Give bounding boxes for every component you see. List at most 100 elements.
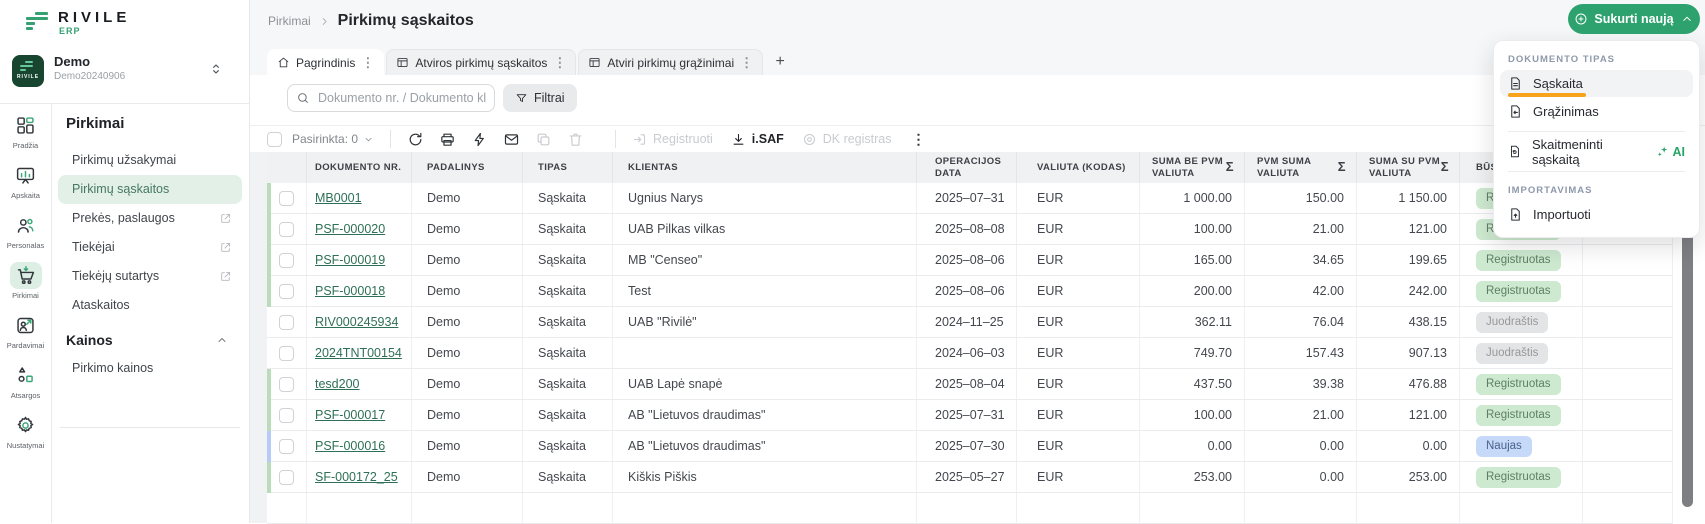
row-checkbox[interactable] — [279, 315, 294, 330]
tab-menu-icon[interactable]: ⋮ — [361, 56, 374, 69]
row-checkbox[interactable] — [279, 253, 294, 268]
cell-suma-su-pvm: 1 150.00 — [1357, 183, 1460, 213]
cell-tipas: Sąskaita — [523, 369, 613, 399]
cell-klientas — [613, 338, 917, 368]
sidebar-item-pirkimu-uzsakymai[interactable]: Pirkimų užsakymai — [58, 146, 242, 175]
add-tab-button[interactable]: + — [765, 49, 795, 75]
row-checkbox[interactable] — [279, 191, 294, 206]
selected-count[interactable]: Pasirinkta: 0 — [292, 132, 374, 146]
cell-padalinys: Demo — [412, 307, 523, 337]
sidebar-item-ataskaitos[interactable]: Ataskaitos — [58, 291, 242, 320]
row-checkbox[interactable] — [279, 408, 294, 423]
row-checkbox[interactable] — [279, 377, 294, 392]
create-new-button[interactable]: Sukurti naują — [1568, 4, 1700, 34]
column-header-label: KLIENTAS — [628, 162, 678, 174]
cell-suma-su-pvm: 121.00 — [1357, 400, 1460, 430]
refresh-button[interactable] — [407, 131, 424, 148]
menu-item-saskaita[interactable]: Sąskaita — [1500, 70, 1693, 97]
menu-item-grazinimas[interactable]: Grąžinimas — [1500, 98, 1693, 125]
document-link[interactable]: PSF-000017 — [315, 408, 385, 422]
tab-bar: Pagrindinis ⋮ Atviros pirkimų sąskaitos … — [267, 49, 795, 75]
status-badge: Registruotas — [1476, 374, 1561, 395]
lightning-button[interactable] — [471, 131, 488, 148]
person-arrow-icon — [10, 312, 42, 339]
row-checkbox[interactable] — [279, 470, 294, 485]
document-link[interactable]: RIV000245934 — [315, 315, 398, 329]
row-checkbox[interactable] — [279, 346, 294, 361]
tab-atviros-pirkimu-saskaitos[interactable]: Atviros pirkimų sąskaitos ⋮ — [386, 49, 576, 75]
table-view-icon — [396, 56, 409, 69]
column-header-label: OPERACIJOS DATA — [935, 156, 1016, 180]
rail-item-personalas[interactable]: Personalas — [0, 212, 52, 250]
row-checkbox[interactable] — [279, 222, 294, 237]
rail-item-pradzia[interactable]: Pradžia — [0, 112, 52, 150]
cell-suma-su-pvm: 121.00 — [1357, 214, 1460, 244]
sidebar-item-pirkimo-kainos[interactable]: Pirkimo kainos — [58, 354, 242, 383]
document-link[interactable]: SF-000172_25 — [315, 470, 398, 484]
cell-operacijos-data: 2025–08–04 — [917, 369, 1017, 399]
cell-tipas: Sąskaita — [523, 214, 613, 244]
rail-item-nustatymai[interactable]: Nustatymai — [0, 412, 52, 450]
menu-item-skaitmeninti-saskaita[interactable]: Skaitmeninti sąskaitą AI — [1500, 138, 1693, 165]
document-link[interactable]: MB0001 — [315, 191, 362, 205]
sigma-icon[interactable]: Σ — [1226, 159, 1234, 175]
rail-item-atsargos[interactable]: Atsargos — [0, 362, 52, 400]
document-link[interactable]: tesd200 — [315, 377, 359, 391]
document-link[interactable]: PSF-000020 — [315, 222, 385, 236]
document-link[interactable]: 2024TNT00154 — [315, 346, 402, 360]
cell-operacijos-data: 2025–07–31 — [917, 183, 1017, 213]
cell-suma-su-pvm: 476.88 — [1357, 369, 1460, 399]
row-checkbox[interactable] — [279, 284, 294, 299]
account-switcher[interactable]: RIVILE Demo Demo20240906 — [10, 52, 240, 94]
invoices-table: DOKUMENTO NR.PADALINYSTIPASKLIENTASOPERA… — [267, 152, 1673, 524]
chart-board-icon — [10, 162, 42, 189]
tab-atviri-pirkimu-grazinimai[interactable]: Atviri pirkimų grąžinimai ⋮ — [578, 49, 763, 75]
cell-valiuta: EUR — [1017, 462, 1140, 492]
document-link[interactable]: PSF-000019 — [315, 253, 385, 267]
row-checkbox[interactable] — [279, 439, 294, 454]
menu-item-importuoti[interactable]: Importuoti — [1500, 201, 1693, 228]
email-button[interactable] — [503, 131, 520, 148]
cell-dokumento-nr: PSF-000019 — [307, 245, 412, 275]
sidebar-item-tiekejai[interactable]: Tiekėjai — [58, 233, 242, 262]
cell-operacijos-data: 2024–06–03 — [917, 338, 1017, 368]
cell-busena: Juodraštis — [1460, 307, 1583, 337]
cell-valiuta: EUR — [1017, 369, 1140, 399]
sidebar-group-kainos[interactable]: Kainos — [66, 326, 242, 354]
rail-item-pardavimai[interactable]: Pardavimai — [0, 312, 52, 350]
column-header: TIPAS — [523, 152, 613, 183]
filter-button[interactable]: Filtrai — [503, 84, 577, 112]
print-button[interactable] — [439, 131, 456, 148]
cart-icon — [10, 262, 42, 289]
cell-valiuta: EUR — [1017, 400, 1140, 430]
cell-padalinys: Demo — [412, 245, 523, 275]
circle-dot-icon — [802, 132, 817, 147]
cell-dokumento-nr: tesd200 — [307, 369, 412, 399]
search-input[interactable] — [287, 84, 495, 112]
cell-tipas: Sąskaita — [523, 307, 613, 337]
file-return-icon — [1508, 104, 1523, 119]
table-row: MB0001DemoSąskaitaUgnius Narys2025–07–31… — [267, 183, 1673, 214]
document-link[interactable]: PSF-000018 — [315, 284, 385, 298]
sigma-icon[interactable]: Σ — [1441, 159, 1449, 175]
tab-menu-icon[interactable]: ⋮ — [553, 56, 566, 69]
tab-menu-icon[interactable]: ⋮ — [740, 56, 753, 69]
rail-item-pirkimai[interactable]: Pirkimai — [0, 262, 52, 300]
sub-navigation: Pirkimai Pirkimų užsakymai Pirkimų sąska… — [52, 104, 250, 428]
sigma-icon[interactable]: Σ — [1338, 159, 1346, 175]
tab-pagrindinis[interactable]: Pagrindinis ⋮ — [267, 49, 384, 75]
rail-item-apskaita[interactable]: Apskaita — [0, 162, 52, 200]
document-link[interactable]: PSF-000016 — [315, 439, 385, 453]
sidebar-item-tiekeju-sutartys[interactable]: Tiekėjų sutartys — [58, 262, 242, 291]
select-all-checkbox[interactable] — [267, 132, 282, 147]
cell-dokumento-nr: PSF-000020 — [307, 214, 412, 244]
cell-operacijos-data: 2025–05–27 — [917, 462, 1017, 492]
more-actions-icon[interactable]: ⋮ — [912, 131, 926, 148]
sidebar-item-pirkimu-saskaitos[interactable]: Pirkimų sąskaitos — [58, 175, 242, 204]
isaf-button[interactable]: i.SAF — [731, 132, 784, 147]
table-row: RIV000245934DemoSąskaitaUAB "Rivilė"2024… — [267, 307, 1673, 338]
breadcrumb-parent[interactable]: Pirkimai — [268, 14, 311, 28]
sidebar-item-prekes-paslaugos[interactable]: Prekės, paslaugos — [58, 204, 242, 233]
cell-valiuta: EUR — [1017, 276, 1140, 306]
chevron-updown-icon — [208, 61, 224, 77]
